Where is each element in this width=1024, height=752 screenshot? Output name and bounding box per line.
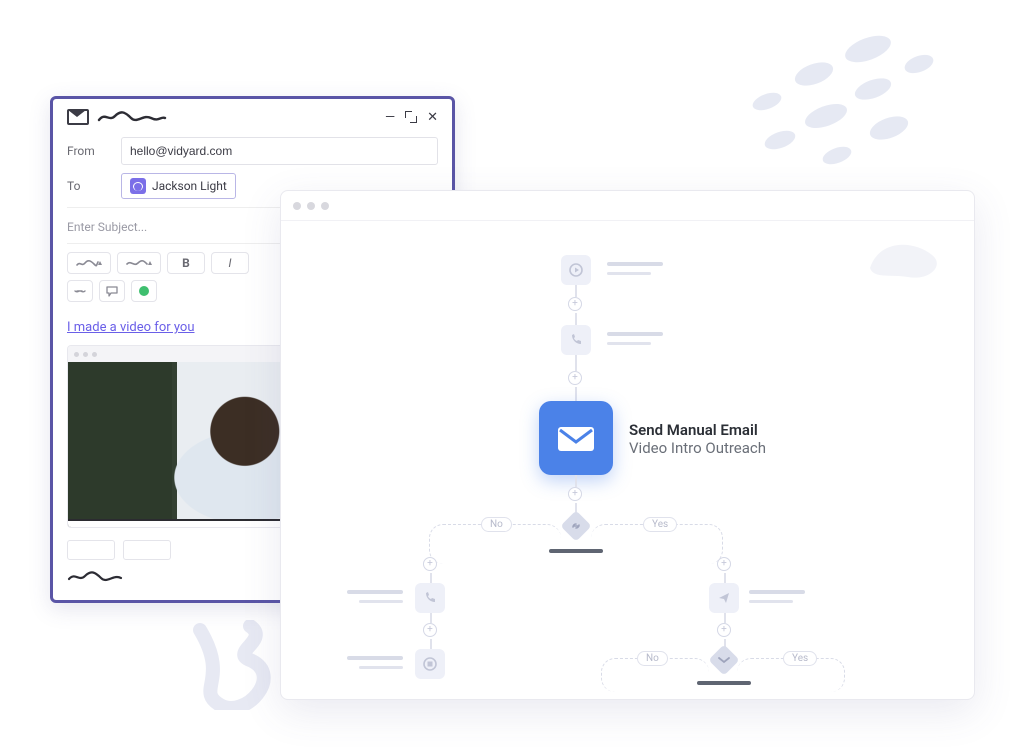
workflow-window: + + Send Manual Email Video Intro Outrea… [280, 190, 975, 700]
recipient-chip[interactable]: Jackson Light [121, 173, 236, 199]
recipient-name: Jackson Light [152, 179, 227, 193]
branch-yes-1: Yes [643, 517, 677, 532]
compose-titlebar: — ✕ [53, 99, 452, 133]
window-expand-button[interactable] [405, 111, 417, 123]
add-step-left-1[interactable]: + [423, 557, 437, 571]
font-style-2-button[interactable] [117, 252, 161, 274]
mail-icon [67, 109, 89, 125]
add-step-1[interactable]: + [568, 297, 582, 311]
stop-node[interactable] [415, 649, 445, 679]
branch-no-1: No [481, 517, 512, 532]
placeholder-button-1[interactable] [67, 540, 115, 560]
to-label: To [67, 179, 111, 193]
send-node[interactable] [709, 583, 739, 613]
placeholder-button-2[interactable] [123, 540, 171, 560]
play-node[interactable] [561, 255, 591, 285]
vidyard-icon [139, 286, 149, 296]
from-input[interactable] [121, 137, 438, 165]
add-step-left-2[interactable]: + [423, 623, 437, 637]
bold-button[interactable]: B [167, 252, 205, 274]
add-step-3[interactable]: + [568, 487, 582, 501]
subject-placeholder: Enter Subject... [67, 220, 147, 234]
branch-no-2: No [637, 651, 668, 666]
call-node[interactable] [561, 325, 591, 355]
window-close-button[interactable]: ✕ [427, 110, 438, 125]
comment-button[interactable] [99, 280, 125, 302]
title-scribble [97, 110, 385, 124]
workflow-canvas[interactable]: + + Send Manual Email Video Intro Outrea… [281, 221, 974, 699]
call-node-left[interactable] [415, 583, 445, 613]
add-step-2[interactable]: + [568, 371, 582, 385]
window-minimize-button[interactable]: — [385, 110, 395, 125]
branch-yes-2: Yes [783, 651, 817, 666]
send-email-title: Send Manual Email [629, 421, 766, 439]
decorative-shape [860, 233, 950, 283]
decorative-blobs [704, 28, 964, 188]
font-style-1-button[interactable] [67, 252, 111, 274]
link-icon [569, 519, 583, 533]
add-step-right-1[interactable]: + [717, 557, 731, 571]
person-icon [130, 178, 146, 194]
video-subject-link[interactable]: I made a video for you [67, 320, 195, 335]
add-step-right-2[interactable]: + [717, 623, 731, 637]
from-label: From [67, 144, 111, 158]
send-email-label: Send Manual Email Video Intro Outreach [629, 421, 766, 457]
italic-button[interactable]: I [211, 252, 249, 274]
send-email-subtitle: Video Intro Outreach [629, 439, 766, 457]
open-icon [717, 653, 731, 667]
link-button[interactable] [67, 280, 93, 302]
send-email-node[interactable] [539, 401, 613, 475]
vidyard-button[interactable] [131, 280, 157, 302]
workflow-window-bar [281, 191, 974, 221]
from-row: From [67, 137, 438, 165]
